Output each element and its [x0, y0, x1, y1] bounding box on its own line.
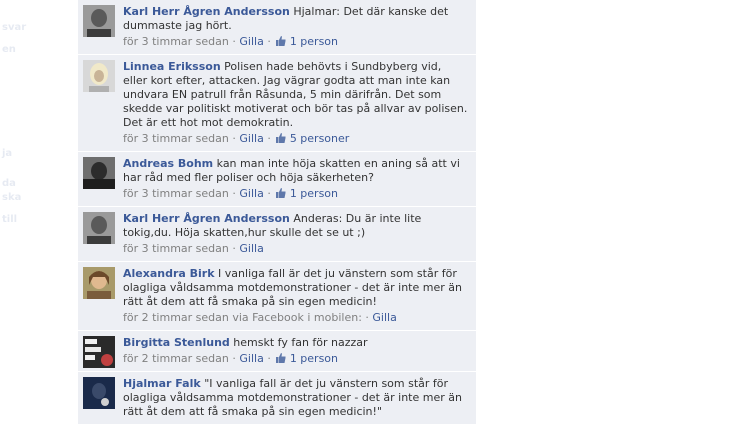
- avatar[interactable]: [83, 157, 115, 189]
- like-link[interactable]: Gilla: [239, 242, 263, 255]
- avatar[interactable]: [83, 60, 115, 92]
- ghost-text: svar: [2, 22, 27, 33]
- like-count[interactable]: 1 person: [290, 187, 338, 200]
- like-link[interactable]: Gilla: [239, 352, 263, 365]
- comment-author[interactable]: Linnea Eriksson: [123, 60, 221, 73]
- comment: Andreas Bohm kan man inte höja skatten e…: [78, 152, 476, 207]
- comment-author[interactable]: Hjalmar Falk: [123, 377, 201, 390]
- comment-timestamp[interactable]: för 2 timmar sedan via Facebook i mobile…: [123, 311, 358, 324]
- comment-author[interactable]: Andreas Bohm: [123, 157, 213, 170]
- avatar[interactable]: [83, 267, 115, 299]
- avatar[interactable]: [83, 5, 115, 37]
- like-count[interactable]: 1 person: [290, 35, 338, 48]
- ghost-text: en: [2, 44, 16, 55]
- comment: Hjalmar Falk "I vanliga fall är det ju v…: [78, 372, 476, 425]
- thumbs-up-icon: [276, 353, 286, 363]
- like-count[interactable]: 1 person: [290, 352, 338, 365]
- ghost-text: da: [2, 178, 16, 189]
- comment-timestamp[interactable]: för 3 timmar sedan: [123, 132, 229, 145]
- like-link[interactable]: Gilla: [239, 132, 263, 145]
- comment: Karl Herr Ågren Andersson Hjalmar: Det d…: [78, 0, 476, 55]
- like-link[interactable]: Gilla: [239, 187, 263, 200]
- thumbs-up-icon: [276, 188, 286, 198]
- comment-text: hemskt fy fan för nazzar: [233, 336, 368, 349]
- comment-thread: Karl Herr Ågren Andersson Hjalmar: Det d…: [78, 0, 476, 425]
- like-link[interactable]: Gilla: [372, 311, 396, 324]
- thumbs-up-icon: [276, 133, 286, 143]
- comment-timestamp[interactable]: för 3 timmar sedan: [123, 35, 229, 48]
- avatar[interactable]: [83, 336, 115, 368]
- thumbs-up-icon: [276, 36, 286, 46]
- comment-author[interactable]: Karl Herr Ågren Andersson: [123, 5, 290, 18]
- comment-author[interactable]: Alexandra Birk: [123, 267, 215, 280]
- ghost-text: till: [2, 214, 18, 225]
- ghost-text: ja: [2, 148, 13, 159]
- comment: Alexandra Birk I vanliga fall är det ju …: [78, 262, 476, 331]
- avatar[interactable]: [83, 377, 115, 409]
- comment: Birgitta Stenlund hemskt fy fan för nazz…: [78, 331, 476, 372]
- comment-author[interactable]: Karl Herr Ågren Andersson: [123, 212, 290, 225]
- comment-timestamp[interactable]: för 3 timmar sedan: [123, 187, 229, 200]
- like-link[interactable]: Gilla: [239, 35, 263, 48]
- comment: Karl Herr Ågren Andersson Anderas: Du är…: [78, 207, 476, 262]
- comment: Linnea Eriksson Polisen hade behövts i S…: [78, 55, 476, 152]
- ghost-text: ska: [2, 192, 22, 203]
- avatar[interactable]: [83, 212, 115, 244]
- like-count[interactable]: 5 personer: [290, 132, 350, 145]
- comment-timestamp[interactable]: för 3 timmar sedan: [123, 242, 229, 255]
- comment-timestamp[interactable]: för 2 timmar sedan: [123, 352, 229, 365]
- comment-author[interactable]: Birgitta Stenlund: [123, 336, 230, 349]
- left-column-faded: svar en ja da ska till: [0, 0, 78, 425]
